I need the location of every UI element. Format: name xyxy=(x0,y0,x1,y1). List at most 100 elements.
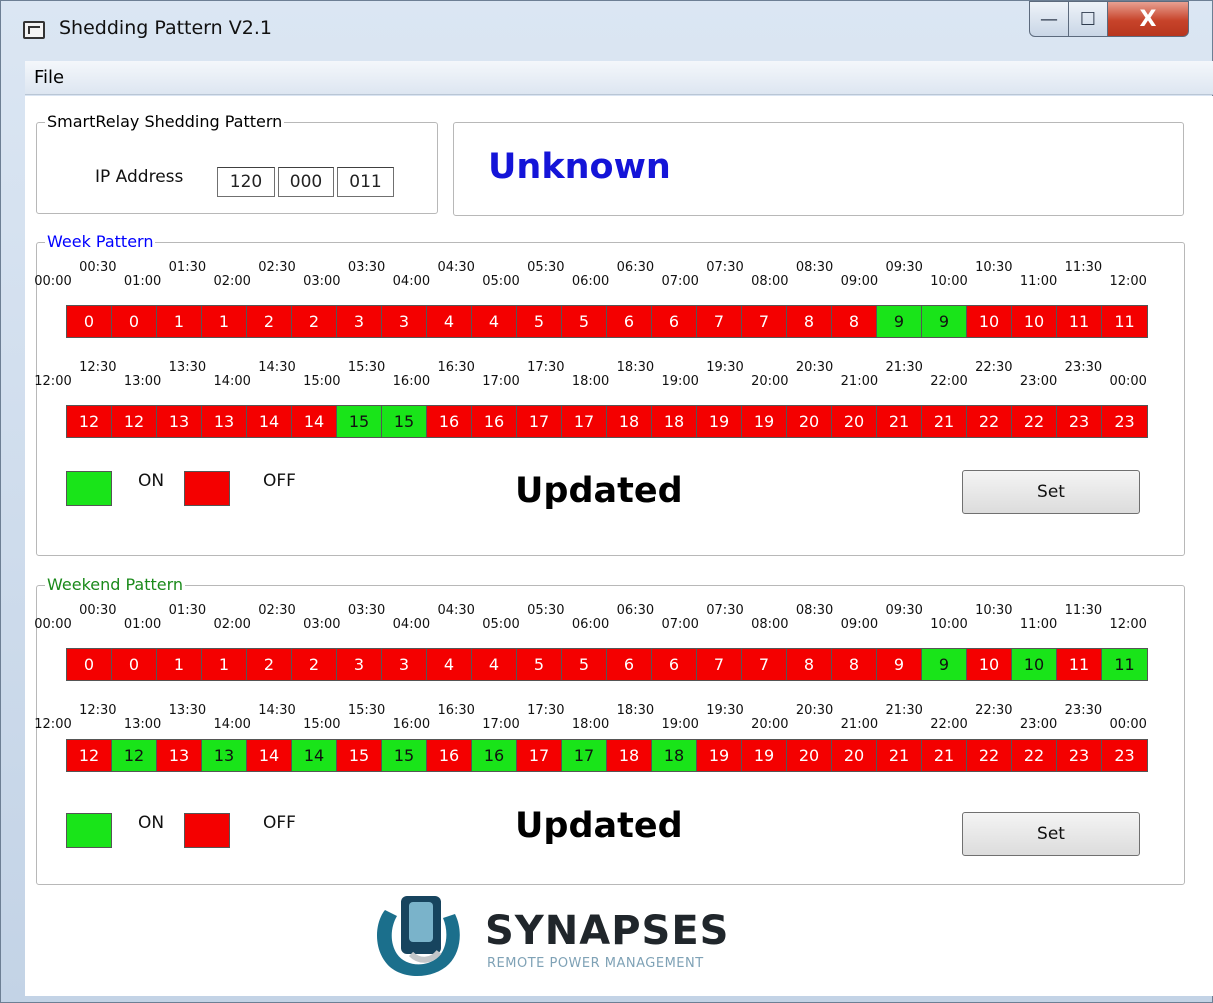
time-slot-toggle[interactable]: 11 xyxy=(1102,649,1147,680)
time-slot-toggle[interactable]: 12 xyxy=(67,406,112,437)
minimize-button[interactable]: — xyxy=(1029,1,1069,37)
time-slot-toggle[interactable]: 15 xyxy=(382,406,427,437)
time-slot-toggle[interactable]: 20 xyxy=(832,406,877,437)
time-slot-toggle[interactable]: 23 xyxy=(1102,406,1147,437)
time-slot-toggle[interactable]: 23 xyxy=(1057,406,1102,437)
menu-file[interactable]: File xyxy=(34,67,64,88)
time-slot-toggle[interactable]: 11 xyxy=(1102,306,1147,337)
time-slot-toggle[interactable]: 18 xyxy=(607,406,652,437)
time-slot-toggle[interactable]: 22 xyxy=(967,740,1012,771)
time-slot-toggle[interactable]: 13 xyxy=(157,740,202,771)
time-slot-toggle[interactable]: 8 xyxy=(787,306,832,337)
time-slot-toggle[interactable]: 0 xyxy=(67,306,112,337)
time-slot-toggle[interactable]: 18 xyxy=(652,406,697,437)
time-slot-toggle[interactable]: 10 xyxy=(967,649,1012,680)
time-slot-toggle[interactable]: 11 xyxy=(1057,649,1102,680)
time-slot-toggle[interactable]: 2 xyxy=(247,649,292,680)
time-slot-toggle[interactable]: 14 xyxy=(247,740,292,771)
time-slot-toggle[interactable]: 5 xyxy=(562,306,607,337)
time-slot-toggle[interactable]: 16 xyxy=(472,406,517,437)
time-slot-toggle[interactable]: 6 xyxy=(652,649,697,680)
time-slot-toggle[interactable]: 16 xyxy=(472,740,517,771)
time-slot-toggle[interactable]: 9 xyxy=(877,649,922,680)
time-slot-toggle[interactable]: 13 xyxy=(202,406,247,437)
time-slot-toggle[interactable]: 4 xyxy=(472,649,517,680)
time-slot-toggle[interactable]: 0 xyxy=(67,649,112,680)
time-slot-toggle[interactable]: 19 xyxy=(697,740,742,771)
time-slot-toggle[interactable]: 7 xyxy=(742,649,787,680)
time-slot-toggle[interactable]: 4 xyxy=(472,306,517,337)
time-slot-toggle[interactable]: 16 xyxy=(427,740,472,771)
time-slot-toggle[interactable]: 2 xyxy=(292,649,337,680)
time-slot-toggle[interactable]: 13 xyxy=(157,406,202,437)
time-slot-toggle[interactable]: 17 xyxy=(562,740,607,771)
ip-octet-1-field[interactable]: 120 xyxy=(217,167,275,197)
time-slot-toggle[interactable]: 12 xyxy=(112,740,157,771)
time-slot-toggle[interactable]: 22 xyxy=(1012,406,1057,437)
time-slot-toggle[interactable]: 23 xyxy=(1057,740,1102,771)
time-slot-toggle[interactable]: 4 xyxy=(427,306,472,337)
time-slot-toggle[interactable]: 9 xyxy=(922,306,967,337)
time-slot-toggle[interactable]: 3 xyxy=(382,306,427,337)
time-slot-toggle[interactable]: 18 xyxy=(652,740,697,771)
time-slot-toggle[interactable]: 3 xyxy=(382,649,427,680)
time-slot-toggle[interactable]: 0 xyxy=(112,306,157,337)
time-slot-toggle[interactable]: 4 xyxy=(427,649,472,680)
time-slot-toggle[interactable]: 8 xyxy=(787,649,832,680)
time-slot-toggle[interactable]: 18 xyxy=(607,740,652,771)
time-slot-toggle[interactable]: 14 xyxy=(292,740,337,771)
time-slot-toggle[interactable]: 23 xyxy=(1102,740,1147,771)
maximize-button[interactable]: ☐ xyxy=(1068,1,1108,37)
time-slot-toggle[interactable]: 20 xyxy=(787,740,832,771)
time-slot-toggle[interactable]: 2 xyxy=(247,306,292,337)
time-slot-toggle[interactable]: 5 xyxy=(562,649,607,680)
time-slot-toggle[interactable]: 12 xyxy=(67,740,112,771)
time-slot-toggle[interactable]: 6 xyxy=(607,306,652,337)
time-slot-toggle[interactable]: 21 xyxy=(877,406,922,437)
time-slot-toggle[interactable]: 20 xyxy=(832,740,877,771)
time-slot-toggle[interactable]: 7 xyxy=(697,306,742,337)
title-bar[interactable]: Shedding Pattern V2.1 — ☐ X xyxy=(1,1,1213,59)
time-slot-toggle[interactable]: 1 xyxy=(202,306,247,337)
time-slot-toggle[interactable]: 19 xyxy=(742,406,787,437)
time-slot-toggle[interactable]: 10 xyxy=(1012,649,1057,680)
time-slot-toggle[interactable]: 21 xyxy=(922,740,967,771)
time-slot-toggle[interactable]: 12 xyxy=(112,406,157,437)
time-slot-toggle[interactable]: 20 xyxy=(787,406,832,437)
time-slot-toggle[interactable]: 3 xyxy=(337,306,382,337)
time-slot-toggle[interactable]: 1 xyxy=(202,649,247,680)
time-slot-toggle[interactable]: 21 xyxy=(877,740,922,771)
time-slot-toggle[interactable]: 22 xyxy=(1012,740,1057,771)
time-slot-toggle[interactable]: 0 xyxy=(112,649,157,680)
time-slot-toggle[interactable]: 9 xyxy=(922,649,967,680)
time-slot-toggle[interactable]: 9 xyxy=(877,306,922,337)
time-slot-toggle[interactable]: 22 xyxy=(967,406,1012,437)
time-slot-toggle[interactable]: 17 xyxy=(562,406,607,437)
time-slot-toggle[interactable]: 19 xyxy=(742,740,787,771)
time-slot-toggle[interactable]: 15 xyxy=(337,406,382,437)
time-slot-toggle[interactable]: 17 xyxy=(517,740,562,771)
time-slot-toggle[interactable]: 14 xyxy=(292,406,337,437)
time-slot-toggle[interactable]: 13 xyxy=(202,740,247,771)
time-slot-toggle[interactable]: 11 xyxy=(1057,306,1102,337)
time-slot-toggle[interactable]: 21 xyxy=(922,406,967,437)
time-slot-toggle[interactable]: 8 xyxy=(832,306,877,337)
ip-octet-3-field[interactable]: 011 xyxy=(337,167,394,197)
time-slot-toggle[interactable]: 2 xyxy=(292,306,337,337)
time-slot-toggle[interactable]: 16 xyxy=(427,406,472,437)
time-slot-toggle[interactable]: 17 xyxy=(517,406,562,437)
time-slot-toggle[interactable]: 6 xyxy=(607,649,652,680)
time-slot-toggle[interactable]: 7 xyxy=(697,649,742,680)
time-slot-toggle[interactable]: 5 xyxy=(517,649,562,680)
time-slot-toggle[interactable]: 10 xyxy=(1012,306,1057,337)
time-slot-toggle[interactable]: 10 xyxy=(967,306,1012,337)
weekend-set-button[interactable]: Set xyxy=(962,812,1140,856)
ip-octet-2-field[interactable]: 000 xyxy=(278,167,334,197)
week-set-button[interactable]: Set xyxy=(962,470,1140,514)
time-slot-toggle[interactable]: 14 xyxy=(247,406,292,437)
time-slot-toggle[interactable]: 19 xyxy=(697,406,742,437)
time-slot-toggle[interactable]: 6 xyxy=(652,306,697,337)
time-slot-toggle[interactable]: 15 xyxy=(337,740,382,771)
time-slot-toggle[interactable]: 3 xyxy=(337,649,382,680)
close-button[interactable]: X xyxy=(1107,1,1189,37)
